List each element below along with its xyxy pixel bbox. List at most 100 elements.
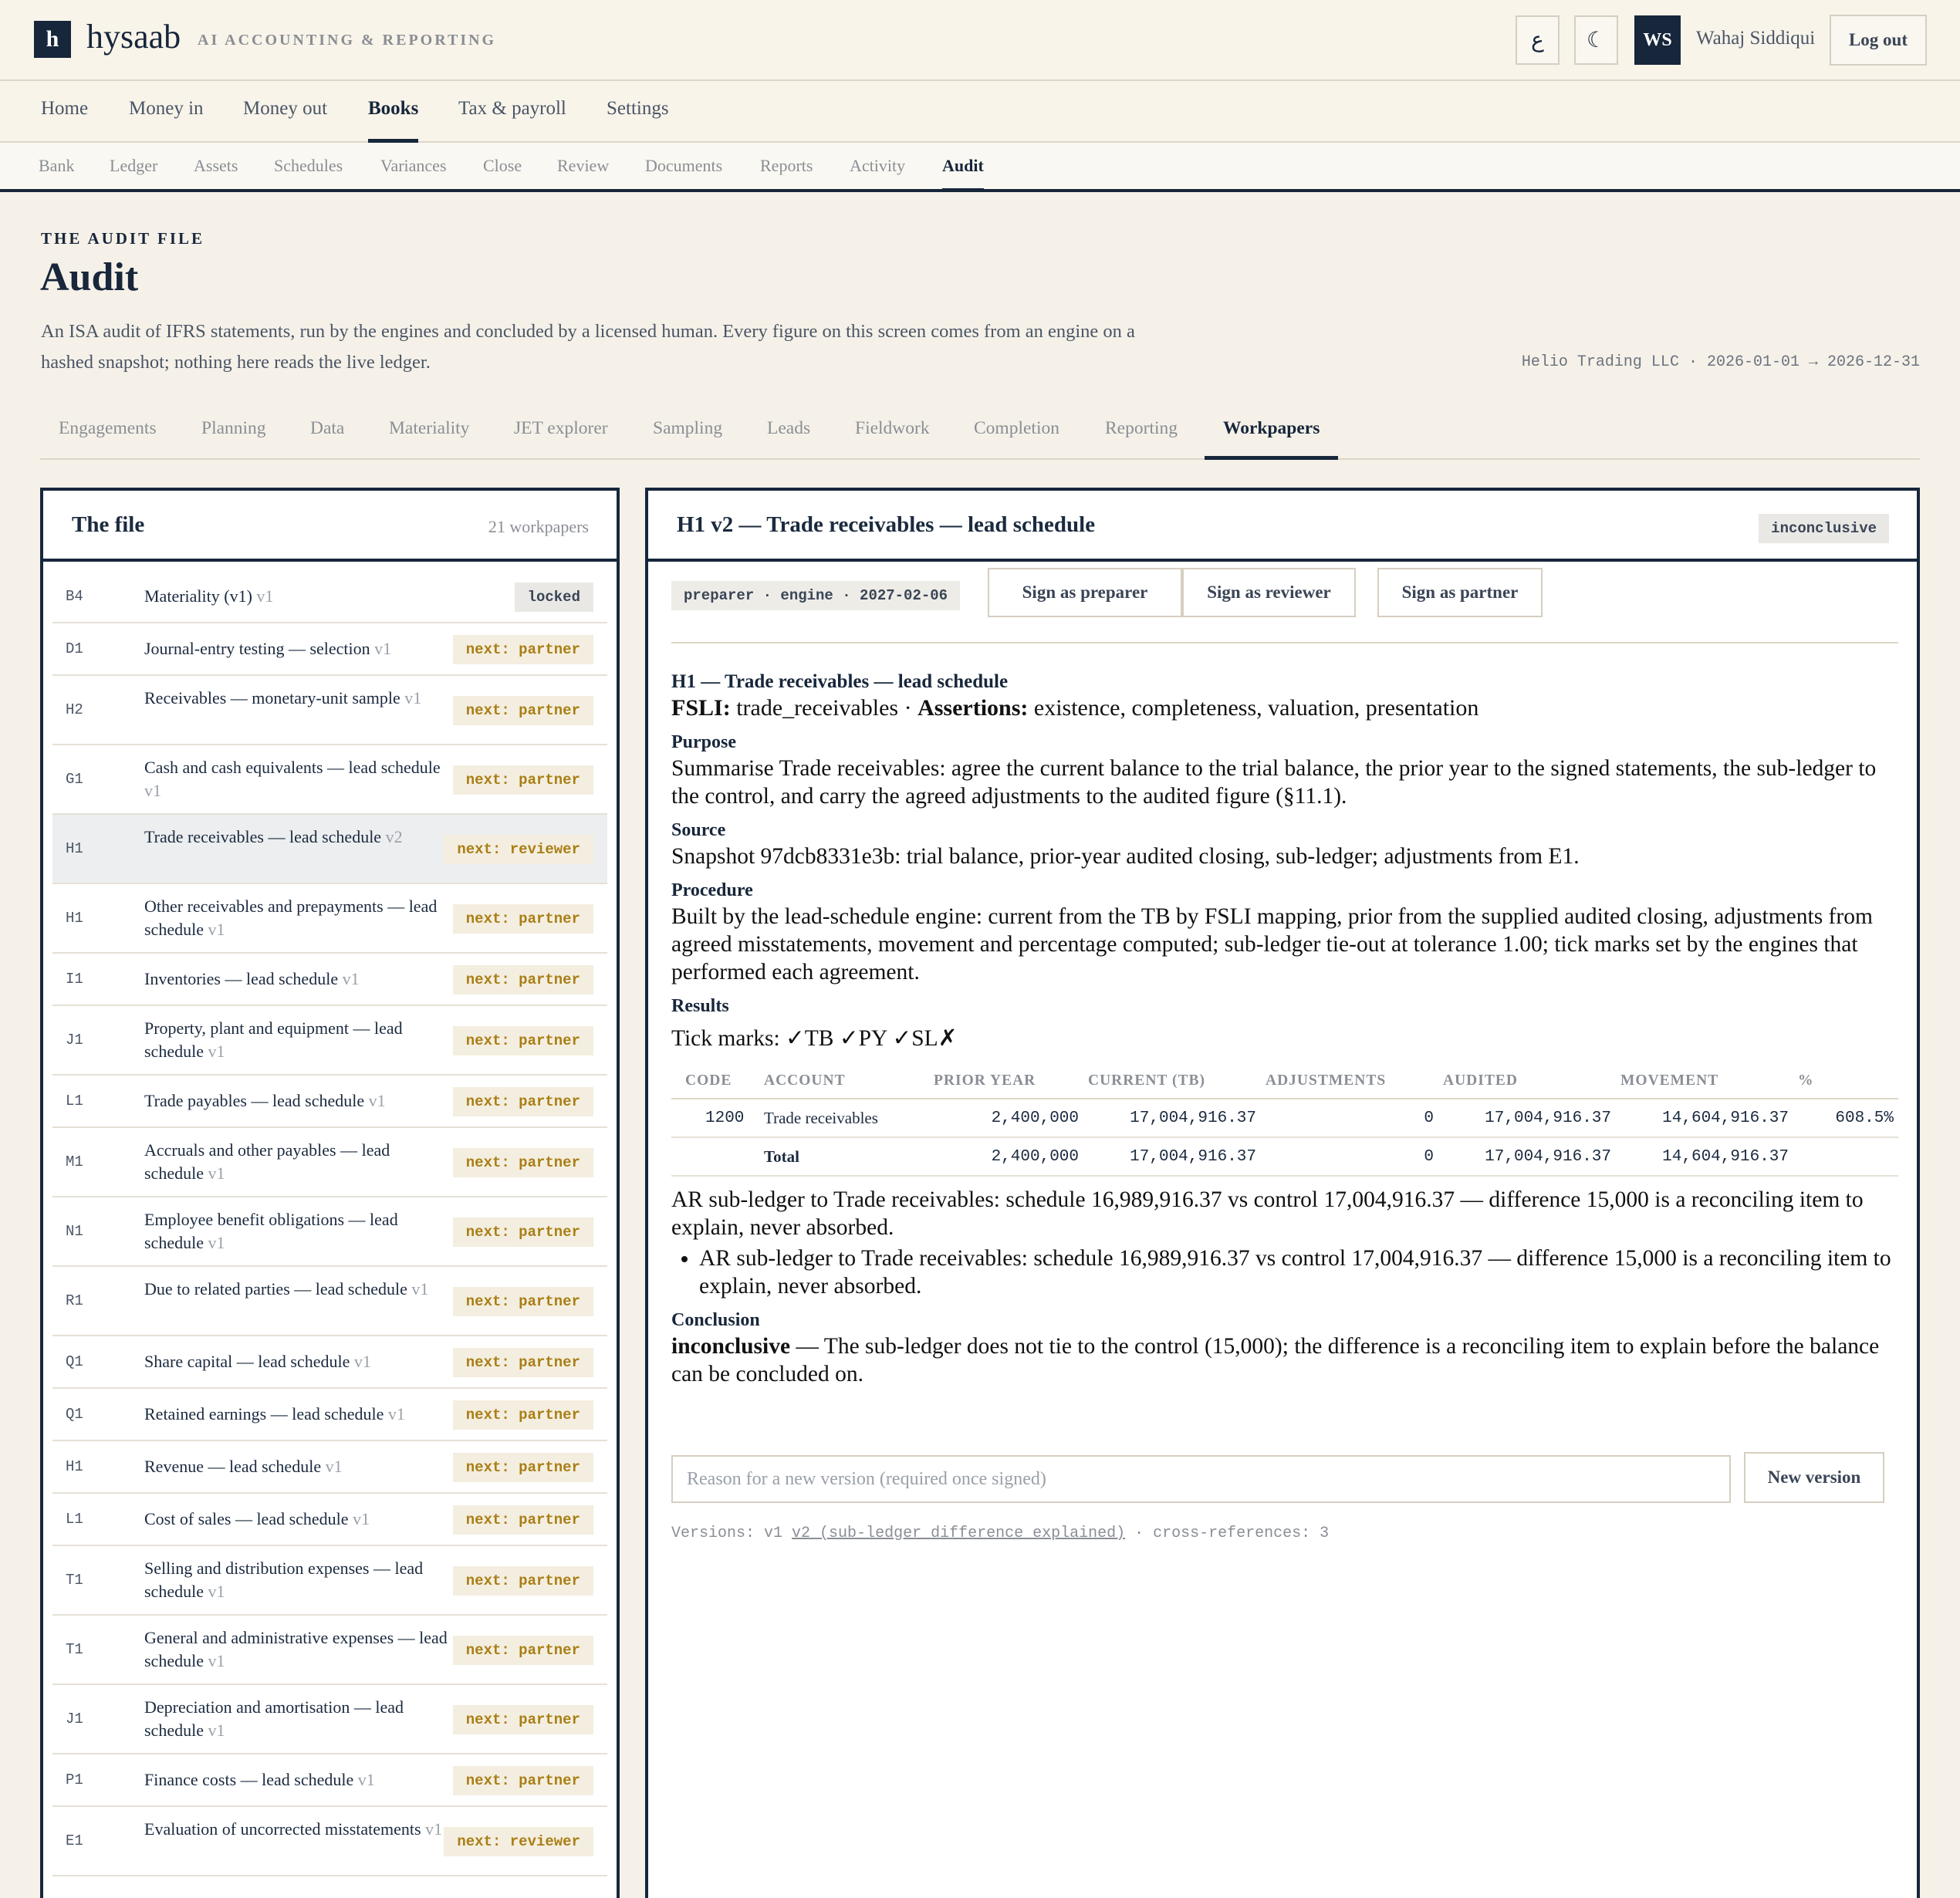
workpaper-row[interactable]: J1 Property, plant and equipment — lead s… [52,1006,607,1076]
theme-toggle-button[interactable]: ☾ [1574,15,1618,65]
subnav-reports[interactable]: Reports [760,156,813,192]
subnav-close[interactable]: Close [483,156,522,192]
workpaper-row[interactable]: Q1 Retained earnings — lead schedule v1 ne… [52,1389,607,1441]
col-current: CURRENT (TB) [1083,1063,1261,1099]
procedure-text: Built by the lead-schedule engine: curre… [671,904,1873,984]
nav-tax-payroll[interactable]: Tax & payroll [458,98,566,143]
workpaper-row[interactable]: H1 Trade receivables — lead schedule v2 ne… [52,815,607,884]
tab-sampling[interactable]: Sampling [653,418,722,460]
workpaper-row[interactable]: H2 Receivables — monetary-unit sample v1 n… [52,676,607,745]
workpaper-title: Employee benefit obligations — lead sche… [144,1208,449,1255]
subnav-variances[interactable]: Variances [380,156,447,192]
tab-completion[interactable]: Completion [974,418,1059,460]
workpaper-version: v1 [342,969,360,988]
tab-fieldwork[interactable]: Fieldwork [855,418,930,460]
workpaper-row[interactable]: T1 General and administrative expenses — … [52,1616,607,1685]
total-current: 17,004,916.37 [1083,1137,1261,1177]
workpaper-title: Trade receivables — lead schedule v2 [144,826,449,849]
workpaper-code: G1 [66,771,83,788]
tab-materiality[interactable]: Materiality [389,418,469,460]
tab-workpapers[interactable]: Workpapers [1205,418,1339,460]
brand-name[interactable]: hysaab [86,17,181,56]
nav-books[interactable]: Books [368,98,419,143]
subnav-activity[interactable]: Activity [850,156,905,192]
subnav-ledger[interactable]: Ledger [110,156,157,192]
workpaper-row[interactable]: H1 Other receivables and prepayments — le… [52,884,607,954]
workpaper-status-badge: next: partner [452,765,593,795]
table-row[interactable]: 1200 Trade receivables 2,400,000 17,004,… [671,1099,1898,1138]
workpaper-row[interactable]: E1 Evaluation of uncorrected misstatement… [52,1807,607,1876]
workpaper-row[interactable]: L1 Cost of sales — lead schedule v1 next: … [52,1494,607,1546]
logo-mark[interactable]: h [34,21,71,58]
workpaper-row[interactable]: M1 Accruals and other payables — lead sch… [52,1128,607,1197]
workpaper-title: Evaluation of uncorrected misstatements … [144,1818,449,1841]
sign-as-reviewer-button[interactable]: Sign as reviewer [1182,568,1356,617]
cell-empty [671,1137,759,1177]
workpaper-title: Materiality (v1) v1 [144,585,449,608]
workpaper-version: v1 [144,781,161,800]
workpaper-row[interactable]: I1 Inventories — lead schedule v1 next: pa… [52,954,607,1006]
subnav-documents[interactable]: Documents [645,156,722,192]
workpaper-row[interactable]: T1 Selling and distribution expenses — le… [52,1546,607,1616]
nav-settings[interactable]: Settings [607,98,669,143]
workpaper-status-badge: next: partner [452,1287,593,1316]
workpaper-row[interactable]: N1 Employee benefit obligations — lead sc… [52,1197,607,1267]
cross-references: · cross-references: 3 [1134,1525,1330,1542]
tick-marks: Tick marks: ✓TB ✓PY ✓SL✗ [671,1026,958,1051]
tab-engagements[interactable]: Engagements [59,418,157,460]
workpaper-row[interactable]: J1 Depreciation and amortisation — lead s… [52,1685,607,1754]
avatar[interactable]: WS [1634,15,1681,65]
versions-line: Versions: v1 v2 (sub-ledger difference e… [671,1525,1329,1542]
tab-data[interactable]: Data [310,418,344,460]
tieout-list: AR sub-ledger to Trade receivables: sche… [699,1245,1903,1300]
tab-reporting[interactable]: Reporting [1105,418,1178,460]
workpaper-status-badge: next: partner [452,1400,593,1430]
workpaper-status-badge: next: partner [452,1453,593,1482]
workpaper-row[interactable]: Q1 Share capital — lead schedule v1 next: … [52,1336,607,1389]
workpaper-title: Selling and distribution expenses — lead… [144,1557,449,1603]
workpaper-version: v1 [325,1457,343,1476]
new-version-button[interactable]: New version [1744,1452,1884,1503]
workpaper-file-panel: The file 21 workpapers B4 Materiality (v1… [40,488,620,1898]
workpaper-row[interactable]: H1 Revenue — lead schedule v1 next: partne… [52,1441,607,1494]
cell-movement: 14,604,916.37 [1616,1099,1793,1138]
nav-money-out[interactable]: Money out [243,98,327,143]
version-v2-link[interactable]: v2 (sub-ledger difference explained) [792,1525,1125,1542]
language-toggle-button[interactable]: ع [1516,15,1560,65]
tab-leads[interactable]: Leads [767,418,810,460]
workpaper-title-text: Journal-entry testing — selection [144,639,370,658]
sign-as-partner-button[interactable]: Sign as partner [1377,568,1543,617]
workpaper-title-text: Trade payables — lead schedule [144,1091,365,1110]
col-prior-year: PRIOR YEAR [929,1063,1083,1099]
subnav-schedules[interactable]: Schedules [274,156,343,192]
subnav-assets[interactable]: Assets [194,156,238,192]
new-version-reason-input[interactable] [671,1455,1731,1503]
workpaper-code: T1 [66,1572,83,1589]
workpaper-row[interactable]: G1 Cash and cash equivalents — lead sched… [52,745,607,815]
tab-planning[interactable]: Planning [201,418,266,460]
sign-as-preparer-button[interactable]: Sign as preparer [988,568,1182,617]
cell-percent: 608.5% [1793,1099,1898,1138]
table-header-row: CODE ACCOUNT PRIOR YEAR CURRENT (TB) ADJ… [671,1063,1898,1099]
workpaper-title: Receivables — monetary-unit sample v1 [144,687,449,710]
workpaper-version: v1 [368,1091,386,1110]
subnav-audit[interactable]: Audit [942,156,984,192]
workpaper-status-badge: next: partner [452,1566,593,1596]
workpaper-row[interactable]: R1 Due to related parties — lead schedule… [52,1267,607,1336]
logout-button[interactable]: Log out [1830,15,1927,66]
nav-home[interactable]: Home [41,98,88,143]
subnav-bank[interactable]: Bank [39,156,74,192]
workpaper-status-badge: next: partner [452,1766,593,1795]
tab-jet-explorer[interactable]: JET explorer [514,418,608,460]
purpose-heading: Purpose [671,732,736,752]
workpaper-row[interactable]: L1 Trade payables — lead schedule v1 next:… [52,1076,607,1128]
workpaper-row[interactable]: P1 Finance costs — lead schedule v1 next: … [52,1754,607,1807]
page-title: Audit [40,255,139,299]
workpaper-row[interactable]: D1 Journal-entry testing — selection v1 ne… [52,623,607,676]
nav-money-in[interactable]: Money in [129,98,204,143]
workpaper-status-badge: locked [514,583,593,612]
subnav-review[interactable]: Review [557,156,609,192]
workpaper-row[interactable]: B4 Materiality (v1) v1 locked [52,571,607,623]
workpaper-title-text: Depreciation and amortisation — lead sch… [144,1697,404,1740]
workpaper-code: E1 [66,1832,83,1849]
